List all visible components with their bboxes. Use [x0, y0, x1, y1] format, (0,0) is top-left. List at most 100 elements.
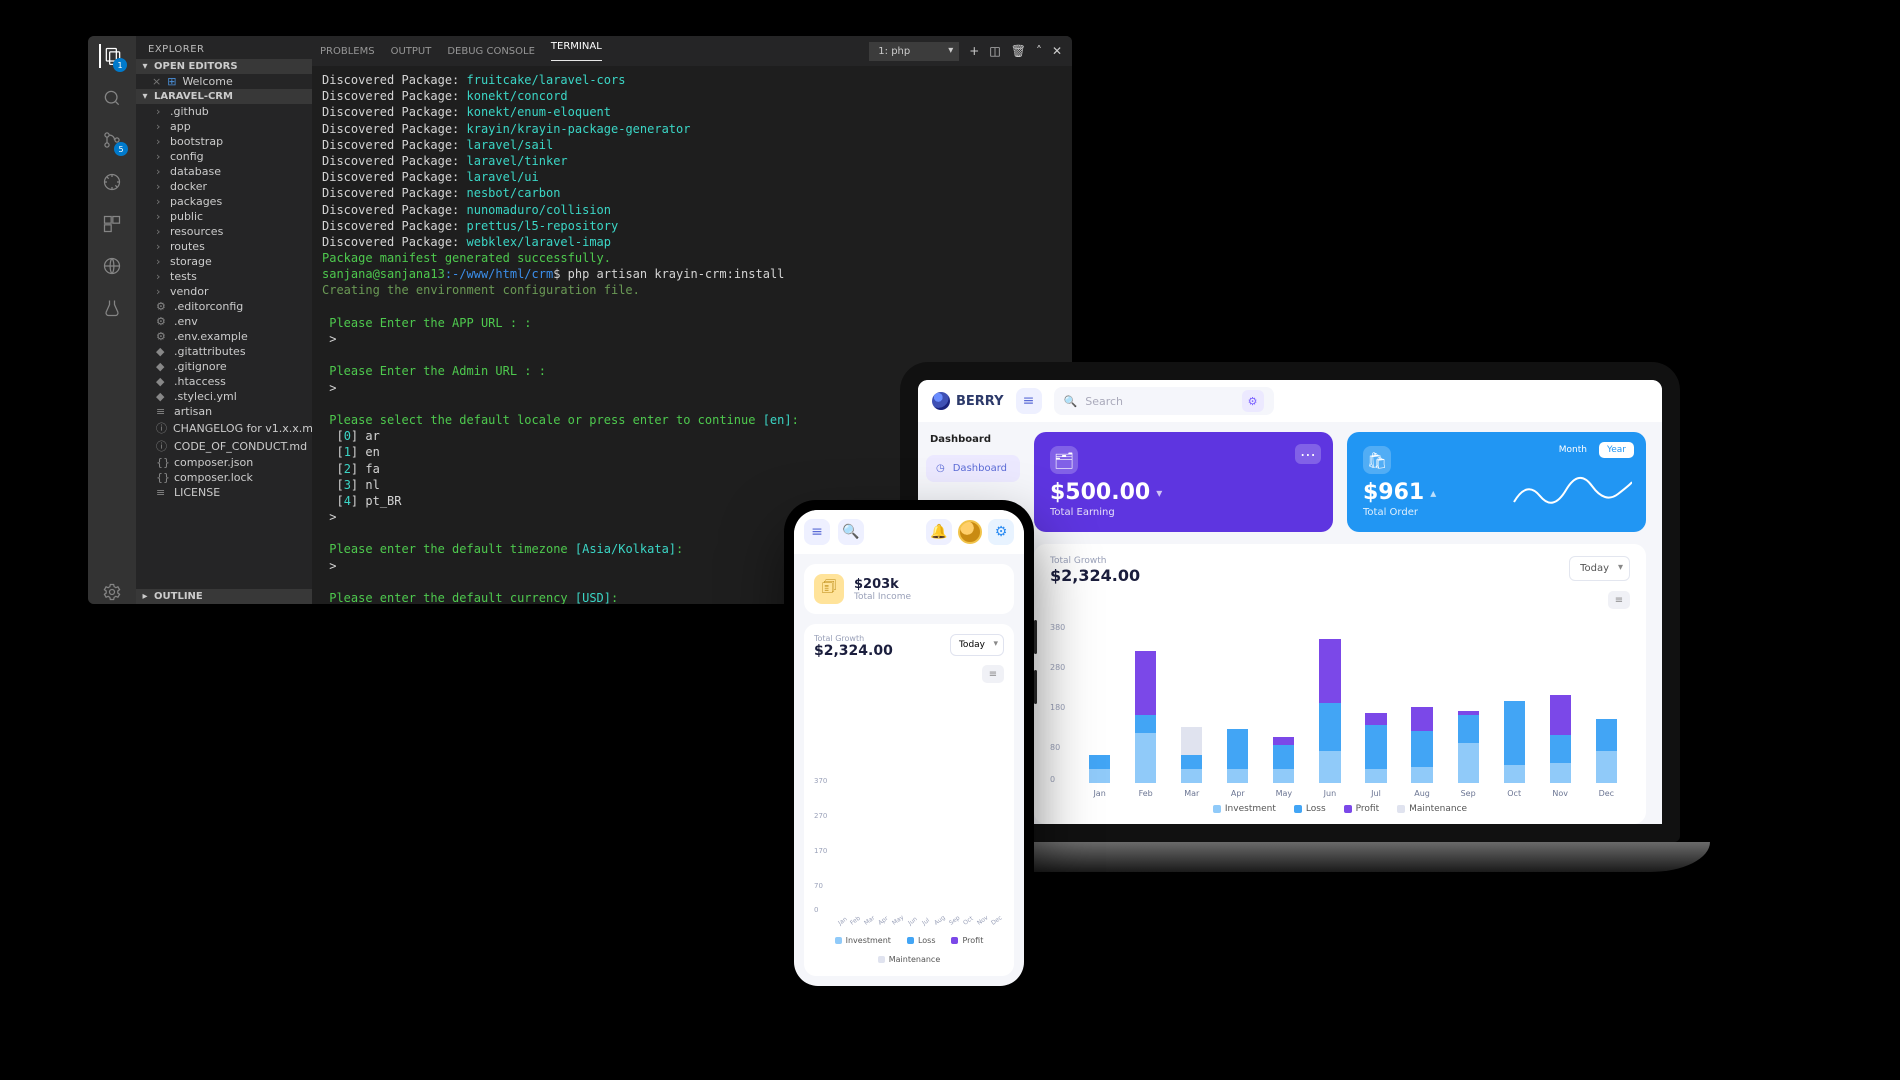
laptop-topbar: BERRY ≡ 🔍 Search ⚙ [918, 380, 1662, 422]
maximize-panel-icon[interactable]: ˄ [1036, 44, 1042, 58]
tab-output[interactable]: OUTPUT [391, 46, 432, 57]
range-month[interactable]: Month [1551, 442, 1595, 458]
bar-Dec: Dec [990, 859, 1002, 928]
tree-item[interactable]: ›bootstrap [136, 134, 312, 149]
income-value: $203k [854, 577, 911, 592]
legend-item[interactable]: Maintenance [878, 955, 941, 964]
outline-section[interactable]: ▸ OUTLINE [136, 589, 312, 604]
bar-Nov: Nov [976, 838, 988, 928]
legend-item[interactable]: Loss [1294, 804, 1326, 814]
tree-item[interactable]: ›storage [136, 254, 312, 269]
brand-name: BERRY [956, 394, 1004, 409]
close-panel-icon[interactable]: ✕ [1052, 44, 1062, 58]
avatar[interactable] [958, 520, 982, 544]
bar-Oct: Oct [1497, 701, 1532, 798]
phone-search-icon[interactable]: 🔍 [838, 519, 864, 545]
search-icon[interactable] [100, 86, 124, 110]
tree-item[interactable]: ›docker [136, 179, 312, 194]
tree-item[interactable]: {}composer.lock [136, 470, 312, 485]
tree-item[interactable]: ≡LICENSE [136, 485, 312, 500]
card-menu-icon[interactable]: ⋯ [1295, 444, 1321, 464]
scm-icon[interactable]: 5 [100, 128, 124, 152]
legend-item[interactable]: Investment [835, 936, 891, 945]
tab-debug-console[interactable]: DEBUG CONSOLE [447, 46, 535, 57]
split-terminal-icon[interactable]: ◫ [989, 44, 1000, 58]
bar-Aug: Aug [1404, 707, 1439, 798]
tree-item[interactable]: ›config [136, 149, 312, 164]
tune-icon[interactable]: ⚙ [1242, 390, 1264, 412]
tree-item[interactable]: ›app [136, 119, 312, 134]
explorer-icon[interactable]: 1 [99, 44, 123, 68]
tree-item[interactable]: ⓘCHANGELOG for v1.x.x.md [136, 419, 312, 437]
kill-terminal-icon[interactable]: 🗑 [1011, 44, 1026, 58]
project-section[interactable]: ▾ LARAVEL-CRM [136, 89, 312, 104]
tree-item[interactable]: ›packages [136, 194, 312, 209]
open-editors-section[interactable]: ▾ OPEN EDITORS [136, 59, 312, 74]
terminal-shell-dropdown[interactable]: 1: php [869, 42, 959, 61]
bar-May: May [891, 875, 903, 928]
open-editor-welcome[interactable]: × ⊞ Welcome [136, 74, 312, 89]
legend-item[interactable]: Investment [1213, 804, 1276, 814]
income-arc-icon [965, 565, 1014, 614]
card-total-order: 🛍 Month Year $961 ▴ Total Order [1347, 432, 1646, 532]
welcome-tab-label: Welcome [182, 75, 232, 88]
tree-item[interactable]: ›database [136, 164, 312, 179]
tree-item[interactable]: ›resources [136, 224, 312, 239]
tree-item[interactable]: {}composer.json [136, 455, 312, 470]
nav-item-dashboard[interactable]: ◷ Dashboard [926, 455, 1020, 482]
bag-icon: 🛍 [1363, 446, 1391, 474]
menu-toggle-icon[interactable]: ≡ [1016, 388, 1042, 414]
tree-item[interactable]: ◆.styleci.yml [136, 389, 312, 404]
tree-item[interactable]: ⓘCODE_OF_CONDUCT.md [136, 437, 312, 455]
legend-item[interactable]: Loss [907, 936, 936, 945]
tree-item[interactable]: ›public [136, 209, 312, 224]
debug-icon[interactable] [100, 170, 124, 194]
tree-item[interactable]: ◆.gitattributes [136, 344, 312, 359]
tree-item[interactable]: ◆.htaccess [136, 374, 312, 389]
settings-icon[interactable]: ⚙ [988, 519, 1014, 545]
tree-item[interactable]: ◆.gitignore [136, 359, 312, 374]
phone-menu-icon[interactable]: ≡ [804, 519, 830, 545]
bar-Mar: Mar [1174, 727, 1209, 798]
extensions-icon[interactable] [100, 212, 124, 236]
notifications-icon[interactable]: 🔔 [926, 519, 952, 545]
income-icon: 🗊 [814, 574, 844, 604]
tab-terminal[interactable]: TERMINAL [551, 41, 602, 61]
tree-item[interactable]: ›tests [136, 269, 312, 284]
tab-problems[interactable]: PROBLEMS [320, 46, 375, 57]
card-total-earning: 🗂 ⋯ $500.00 ▾ Total Earning [1034, 432, 1333, 532]
bar-Jul: Jul [920, 854, 930, 928]
legend-item[interactable]: Profit [1344, 804, 1379, 814]
bar-Feb: Feb [849, 800, 860, 929]
trend-up-icon: ▴ [1430, 486, 1436, 500]
nav-item-label: Dashboard [953, 463, 1007, 474]
remote-icon[interactable] [100, 254, 124, 278]
testing-icon[interactable] [100, 296, 124, 320]
tree-item[interactable]: ≡artisan [136, 404, 312, 419]
open-editors-label: OPEN EDITORS [154, 61, 238, 72]
phone-chart-legend: Investment Loss Profit Maintenance [814, 928, 1004, 966]
legend-item[interactable]: Maintenance [1397, 804, 1467, 814]
income-card: 🗊 $203k Total Income [804, 564, 1014, 614]
phone-panel-menu-icon[interactable]: ≡ [982, 665, 1004, 683]
panel-tabs: PROBLEMS OUTPUT DEBUG CONSOLE TERMINAL 1… [312, 36, 1072, 66]
range-year[interactable]: Year [1599, 442, 1634, 458]
legend-item[interactable]: Profit [951, 936, 983, 945]
growth-range-dropdown[interactable]: Today [1569, 556, 1630, 581]
new-terminal-icon[interactable]: + [969, 44, 979, 58]
tree-item[interactable]: ›routes [136, 239, 312, 254]
tree-item[interactable]: ⚙.editorconfig [136, 299, 312, 314]
tree-item[interactable]: ⚙.env.example [136, 329, 312, 344]
phone-chart: 370270170700JanFebMarAprMayJunJulAugSepO… [814, 683, 1004, 928]
tree-item[interactable]: ⚙.env [136, 314, 312, 329]
search-input[interactable]: 🔍 Search ⚙ [1054, 387, 1274, 415]
tree-item[interactable]: ›.github [136, 104, 312, 119]
gear-icon[interactable] [100, 580, 124, 604]
income-label: Total Income [854, 592, 911, 602]
phone-range-dropdown[interactable]: Today [950, 634, 1004, 656]
panel-menu-icon[interactable]: ≡ [1608, 591, 1630, 609]
tree-item[interactable]: ›vendor [136, 284, 312, 299]
search-icon: 🔍 [1064, 395, 1078, 408]
bar-Jul: Jul [1358, 713, 1393, 798]
bar-Apr: Apr [1220, 729, 1255, 798]
